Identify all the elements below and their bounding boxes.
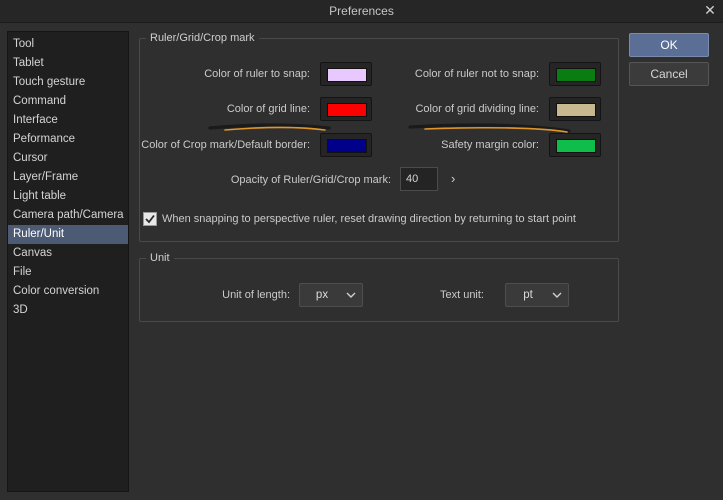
ruler-grid-crop-group: Ruler/Grid/Crop mark xyxy=(139,32,619,242)
snap-reset-label: When snapping to perspective ruler, rese… xyxy=(162,213,576,225)
grid-dividing-swatch xyxy=(556,103,596,117)
ruler-not-snap-swatch xyxy=(556,68,596,82)
sidebar-item-camera-path[interactable]: Camera path/Camera xyxy=(8,206,128,225)
ok-button[interactable]: OK xyxy=(629,33,709,57)
ruler-snap-swatch xyxy=(327,68,367,82)
grid-line-label: Color of grid line: xyxy=(226,103,310,115)
chevron-down-icon xyxy=(346,292,356,298)
opacity-input[interactable] xyxy=(400,167,438,191)
grid-line-color-button[interactable] xyxy=(320,97,372,121)
ruler-snap-label: Color of ruler to snap: xyxy=(204,68,310,80)
safety-margin-color-button[interactable] xyxy=(549,133,601,157)
opacity-label: Opacity of Ruler/Grid/Crop mark: xyxy=(230,174,391,186)
unit-of-length-label: Unit of length: xyxy=(222,289,290,301)
safety-margin-swatch xyxy=(556,139,596,153)
text-unit-label: Text unit: xyxy=(439,289,484,301)
grid-dividing-label: Color of grid dividing line: xyxy=(415,103,539,115)
title-bar: Preferences ✕ xyxy=(0,0,723,23)
text-unit-value: pt xyxy=(523,289,533,301)
sidebar-item-color-conversion[interactable]: Color conversion xyxy=(8,282,128,301)
sidebar-item-touch-gesture[interactable]: Touch gesture xyxy=(8,73,128,92)
safety-margin-label: Safety margin color: xyxy=(441,139,539,151)
sidebar-item-ruler-unit[interactable]: Ruler/Unit xyxy=(8,225,128,244)
sidebar-item-canvas[interactable]: Canvas xyxy=(8,244,128,263)
category-sidebar: Tool Tablet Touch gesture Command Interf… xyxy=(7,31,129,492)
snap-reset-checkbox[interactable] xyxy=(143,212,157,226)
sidebar-item-light-table[interactable]: Light table xyxy=(8,187,128,206)
sidebar-item-interface[interactable]: Interface xyxy=(8,111,128,130)
crop-mark-swatch xyxy=(327,139,367,153)
sidebar-item-file[interactable]: File xyxy=(8,263,128,282)
close-icon[interactable]: ✕ xyxy=(703,3,717,17)
ruler-not-snap-label: Color of ruler not to snap: xyxy=(414,68,539,80)
cancel-button[interactable]: Cancel xyxy=(629,62,709,86)
sidebar-item-tablet[interactable]: Tablet xyxy=(8,54,128,73)
sidebar-item-command[interactable]: Command xyxy=(8,92,128,111)
unit-of-length-value: px xyxy=(315,289,329,301)
sidebar-item-cursor[interactable]: Cursor xyxy=(8,149,128,168)
ruler-group-legend: Ruler/Grid/Crop mark xyxy=(150,32,255,44)
crop-mark-label: Color of Crop mark/Default border: xyxy=(141,139,310,151)
sidebar-item-performance[interactable]: Peformance xyxy=(8,130,128,149)
sidebar-item-tool[interactable]: Tool xyxy=(8,35,128,54)
sidebar-item-3d[interactable]: 3D xyxy=(8,301,128,320)
sidebar-item-layer-frame[interactable]: Layer/Frame xyxy=(8,168,128,187)
grid-line-swatch xyxy=(327,103,367,117)
grid-dividing-color-button[interactable] xyxy=(549,97,601,121)
check-icon xyxy=(145,214,155,224)
chevron-down-icon xyxy=(552,292,562,298)
ruler-not-snap-color-button[interactable] xyxy=(549,62,601,86)
window-title: Preferences xyxy=(329,4,394,18)
chevron-right-icon[interactable]: › xyxy=(451,172,463,186)
crop-mark-color-button[interactable] xyxy=(320,133,372,157)
unit-of-length-select[interactable]: px xyxy=(299,283,363,307)
unit-group-legend: Unit xyxy=(150,252,170,264)
text-unit-select[interactable]: pt xyxy=(505,283,569,307)
ruler-snap-color-button[interactable] xyxy=(320,62,372,86)
